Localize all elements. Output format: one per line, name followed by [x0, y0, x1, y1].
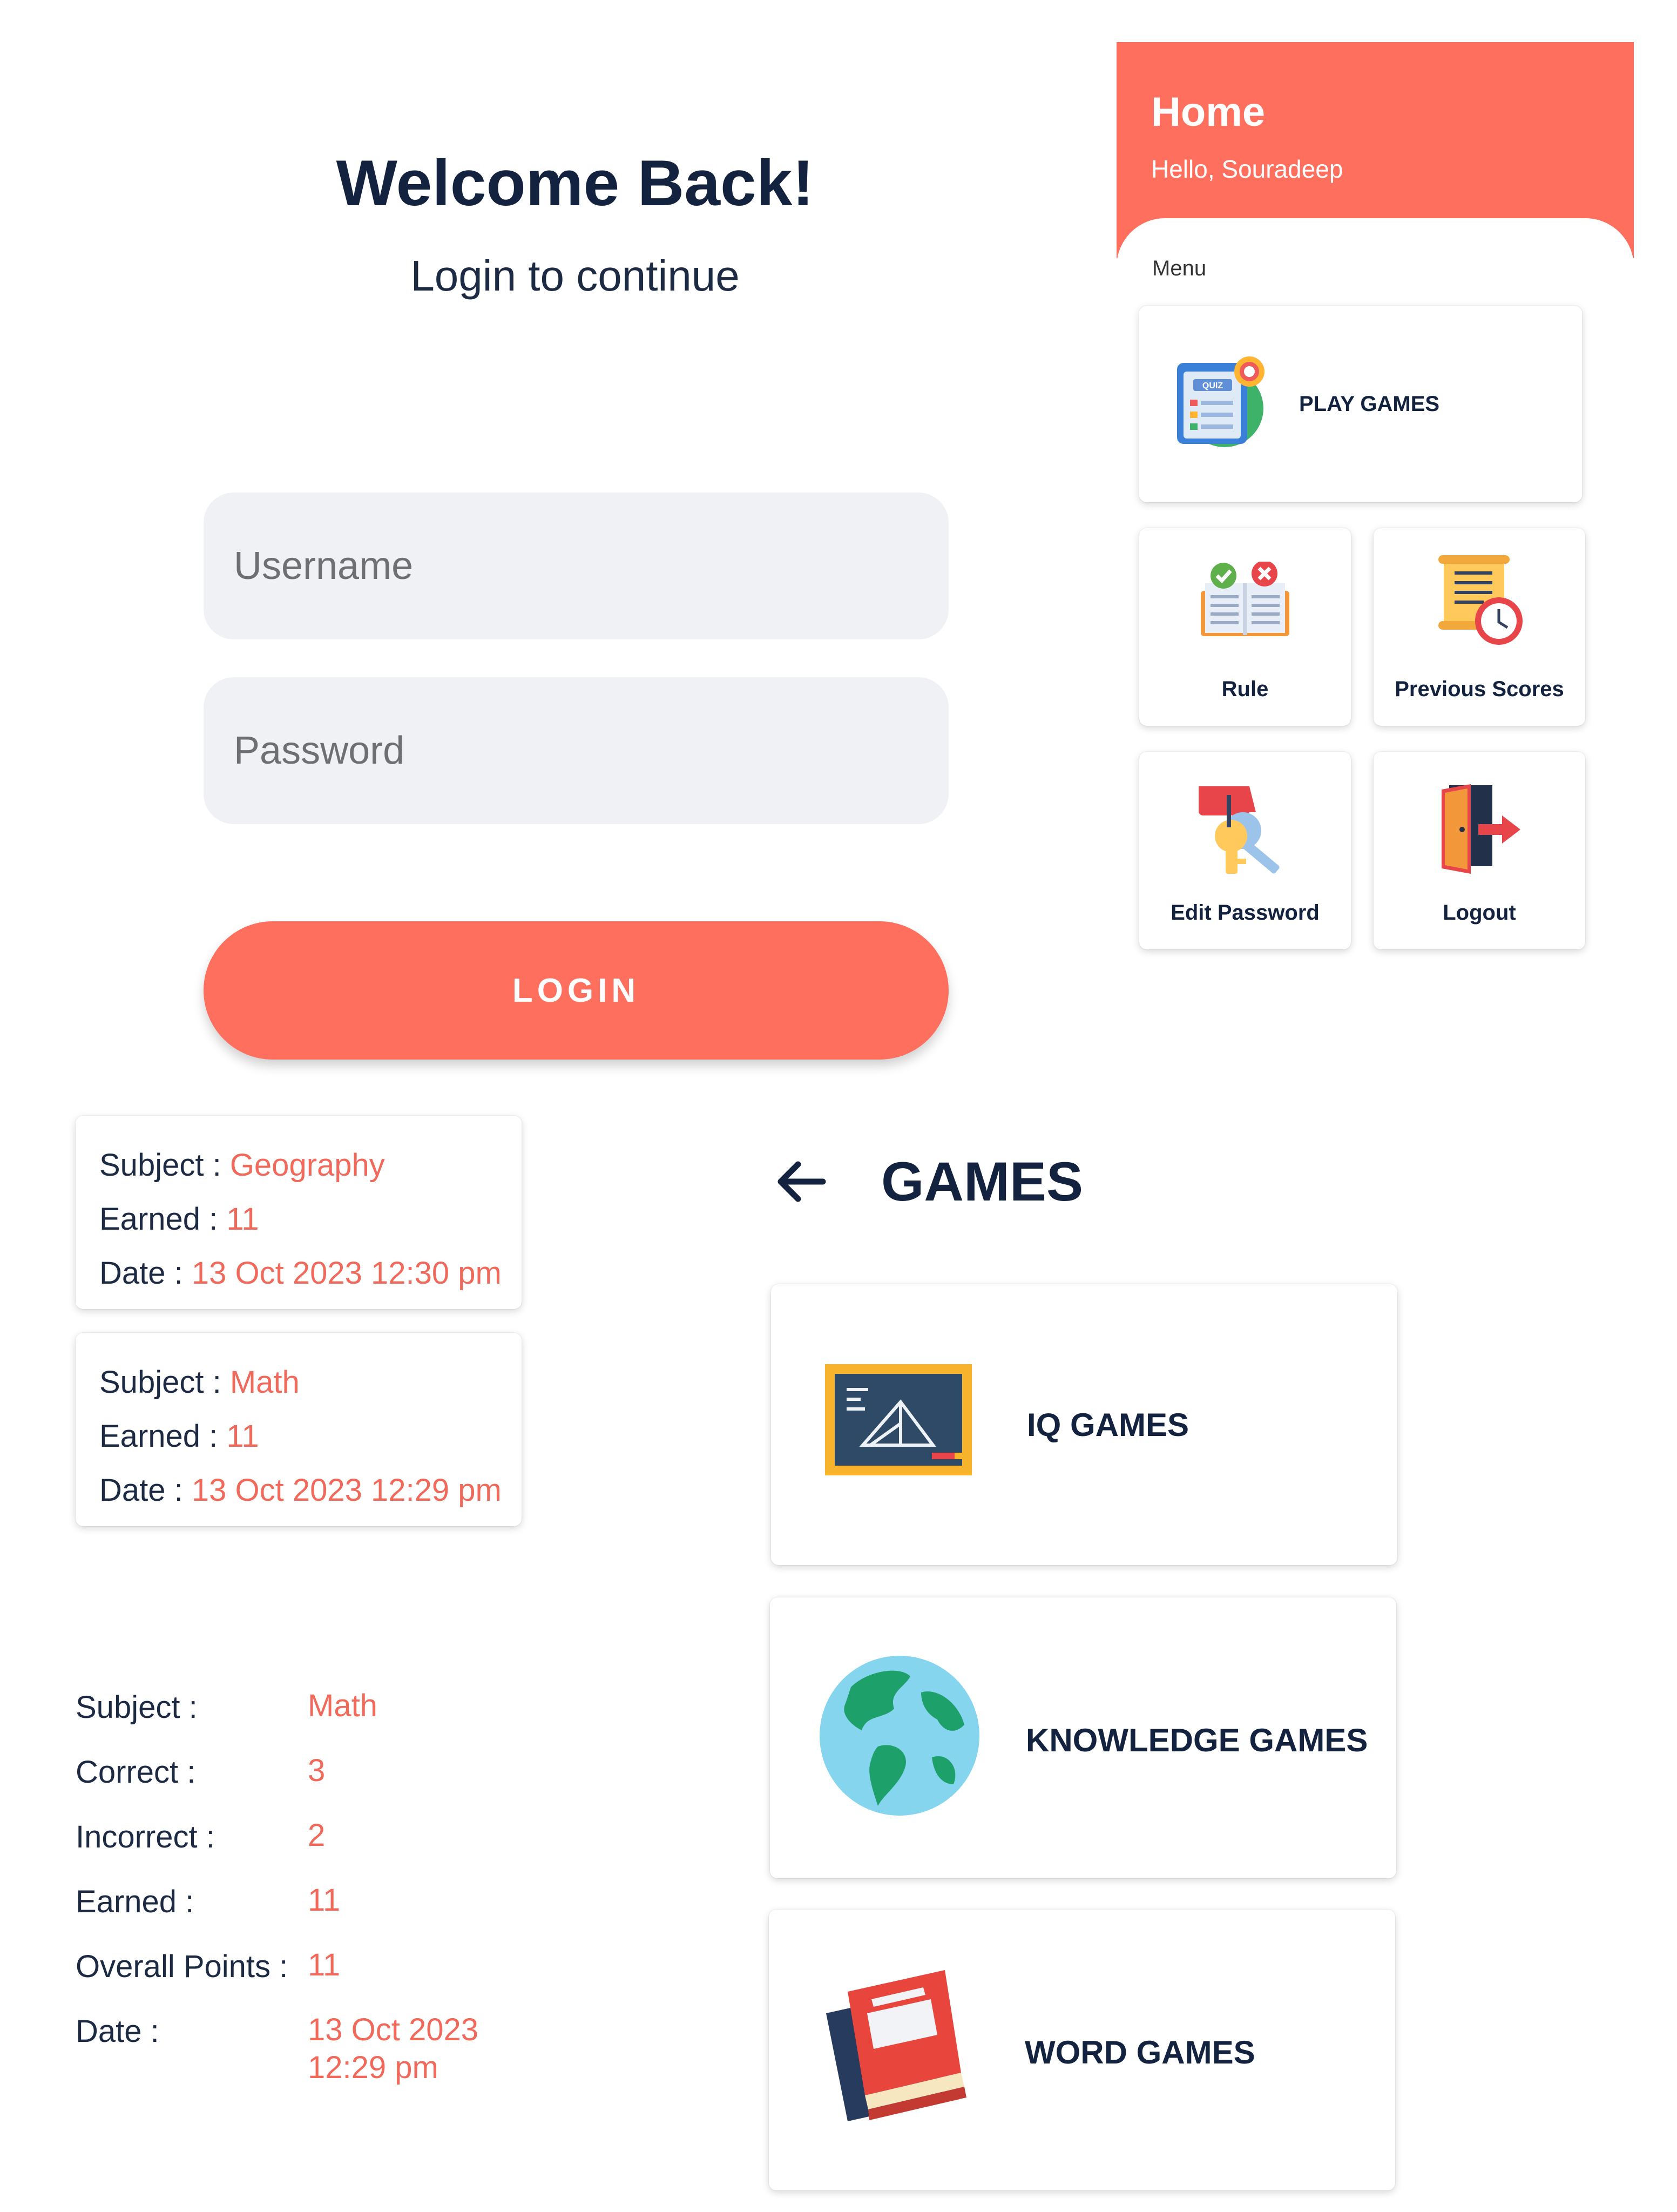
home-title: Home	[1151, 89, 1266, 135]
score-subject-label: Subject :	[99, 1365, 221, 1400]
login-subtitle: Login to continue	[410, 252, 740, 300]
iq-games-card[interactable]: IQ GAMES	[771, 1284, 1397, 1565]
svg-text:QUIZ: QUIZ	[1202, 381, 1223, 390]
result-date-line1: 13 Oct 2023	[308, 2012, 478, 2047]
result-subject-value: Math	[308, 1688, 377, 1723]
score-earned-value: 11	[226, 1419, 259, 1454]
result-incorrect-label: Incorrect :	[76, 1819, 215, 1854]
score-subject-row: Subject : Math	[99, 1355, 522, 1410]
word-games-card[interactable]: WORD GAMES	[769, 1910, 1395, 2190]
score-earned-value: 11	[226, 1202, 259, 1237]
arrow-left-icon[interactable]	[775, 1159, 827, 1204]
logout-label: Logout	[1443, 901, 1516, 925]
chalkboard-icon	[825, 1364, 972, 1475]
username-field[interactable]	[204, 493, 949, 639]
score-card[interactable]: Subject : Geography Earned : 11 Date : 1…	[76, 1116, 522, 1309]
score-date-label: Date :	[99, 1473, 183, 1508]
home-greeting: Hello, Souradeep	[1151, 155, 1343, 183]
result-subject-label: Subject :	[76, 1690, 198, 1725]
score-date-row: Date : 13 Oct 2023 12:30 pm	[99, 1246, 522, 1300]
play-games-card[interactable]: QUIZ PLAY GAMES	[1139, 306, 1582, 502]
result-earned-value: 11	[308, 1883, 341, 1918]
previous-scores-label: Previous Scores	[1395, 677, 1564, 701]
result-date-line2: 12:29 pm	[308, 2050, 438, 2085]
word-games-label: WORD GAMES	[1025, 2034, 1255, 2071]
globe-icon	[820, 1656, 979, 1816]
key-icon	[1199, 786, 1280, 874]
menu-label: Menu	[1152, 257, 1207, 280]
score-subject-value: Math	[229, 1365, 300, 1400]
edit-password-label: Edit Password	[1171, 901, 1320, 925]
logout-tile[interactable]: Logout	[1374, 752, 1585, 949]
score-subject-row: Subject : Geography	[99, 1138, 522, 1192]
iq-games-label: IQ GAMES	[1027, 1407, 1189, 1443]
previous-scores-tile[interactable]: Previous Scores	[1374, 528, 1585, 726]
knowledge-games-card[interactable]: KNOWLEDGE GAMES	[770, 1597, 1396, 1878]
username-input[interactable]	[233, 543, 949, 589]
score-earned-label: Earned :	[99, 1202, 218, 1237]
password-input[interactable]	[233, 728, 949, 773]
password-field[interactable]	[204, 677, 949, 824]
result-correct-value: 3	[308, 1753, 326, 1788]
result-earned-label: Earned :	[76, 1884, 194, 1919]
result-incorrect-value: 2	[308, 1818, 326, 1853]
result-date-value: 13 Oct 2023 12:29 pm	[308, 2011, 478, 2087]
score-earned-label: Earned :	[99, 1419, 218, 1454]
score-date-value: 13 Oct 2023 12:30 pm	[191, 1256, 502, 1291]
score-date-row: Date : 13 Oct 2023 12:29 pm	[99, 1464, 522, 1518]
score-subject-value: Geography	[229, 1148, 385, 1183]
knowledge-games-label: KNOWLEDGE GAMES	[1026, 1722, 1368, 1758]
scroll-clock-icon	[1438, 555, 1523, 645]
play-games-label: PLAY GAMES	[1299, 392, 1440, 416]
quiz-icon: QUIZ	[1177, 356, 1264, 447]
score-card[interactable]: Subject : Math Earned : 11 Date : 13 Oct…	[76, 1333, 522, 1526]
rule-book-icon	[1201, 562, 1289, 636]
result-correct-label: Correct :	[76, 1755, 196, 1790]
score-date-value: 13 Oct 2023 12:29 pm	[191, 1473, 502, 1508]
edit-password-tile[interactable]: Edit Password	[1139, 752, 1351, 949]
result-overall-label: Overall Points :	[76, 1949, 288, 1984]
score-earned-row: Earned : 11	[99, 1192, 522, 1246]
login-title: Welcome Back!	[336, 147, 814, 219]
result-date-label: Date :	[76, 2014, 159, 2049]
score-date-label: Date :	[99, 1256, 183, 1291]
score-earned-row: Earned : 11	[99, 1410, 522, 1464]
login-button[interactable]: LOGIN	[204, 921, 949, 1060]
games-title: GAMES	[881, 1151, 1084, 1212]
logout-door-icon	[1442, 784, 1520, 874]
rule-label: Rule	[1221, 677, 1269, 701]
books-icon	[826, 1970, 966, 2121]
score-subject-label: Subject :	[99, 1148, 221, 1183]
rule-tile[interactable]: Rule	[1139, 528, 1351, 726]
result-overall-value: 11	[308, 1947, 341, 1982]
